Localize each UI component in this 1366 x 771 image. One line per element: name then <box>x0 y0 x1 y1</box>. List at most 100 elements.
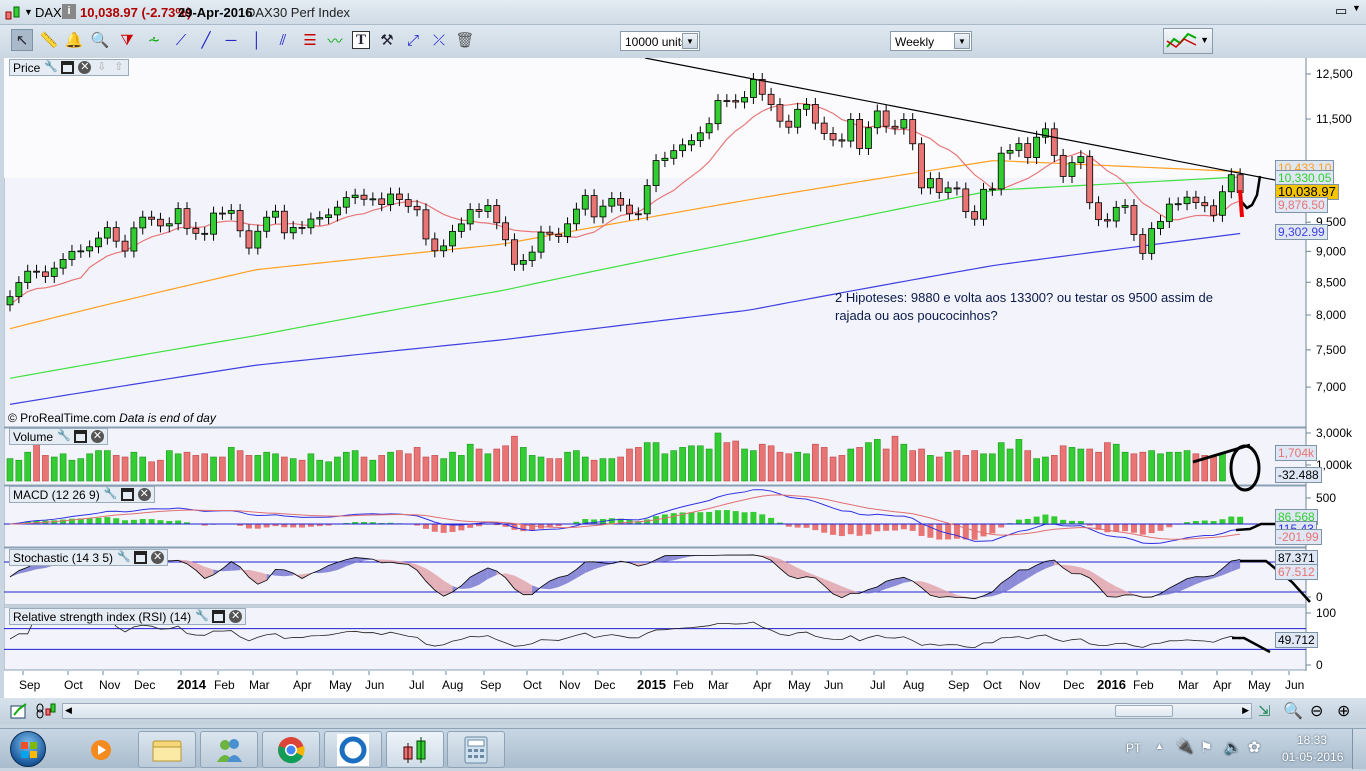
taskbar-calculator[interactable] <box>447 731 505 768</box>
indicators-button[interactable]: ▼ <box>1163 28 1213 54</box>
show-desktop-button[interactable] <box>1352 729 1366 769</box>
line-icon[interactable]: ╱ <box>195 29 217 51</box>
text-icon[interactable]: T <box>352 31 370 49</box>
close-icon[interactable]: ✕ <box>91 430 104 443</box>
macd-histogram-bar <box>981 524 987 536</box>
macd-histogram-bar <box>591 519 597 524</box>
window-icon[interactable] <box>212 610 225 623</box>
volume-bar <box>228 447 234 481</box>
arrow-icon[interactable]: ⤢ <box>402 29 424 51</box>
action-center-flag-icon[interactable]: ⚑ <box>1200 739 1213 756</box>
info-icon[interactable]: i <box>62 4 76 19</box>
volume-bar <box>927 455 933 481</box>
taskbar-chrome[interactable] <box>262 731 320 768</box>
indicator-axis-label: 500 <box>1316 491 1336 505</box>
candle-body <box>972 212 978 220</box>
zoom-out-icon[interactable]: ⊖ <box>1310 701 1323 721</box>
settings-tools-icon[interactable]: ⚒ <box>376 29 398 51</box>
volume-bar <box>25 452 31 481</box>
taskbar-prorealtime[interactable] <box>386 731 444 768</box>
candlestick-icon[interactable] <box>4 4 22 22</box>
volume-icon[interactable]: 🔈 <box>1224 739 1241 756</box>
scrollbar-thumb[interactable] <box>1115 705 1173 717</box>
trash-icon[interactable]: 🗑 <box>454 29 476 51</box>
clock-time[interactable]: 18:33 <box>1297 733 1327 747</box>
volume-bar <box>60 454 66 481</box>
sync-status-icon[interactable]: ✿ <box>1248 738 1261 756</box>
close-icon[interactable]: ✕ <box>151 551 164 564</box>
units-select[interactable]: 10000 units▼ <box>620 31 700 51</box>
triangle-pattern-icon[interactable]: ⧩ <box>116 29 138 51</box>
scroll-left-icon[interactable]: ◀ <box>65 705 72 716</box>
wrench-icon[interactable]: 🔧 <box>104 488 117 501</box>
taskbar-messenger[interactable] <box>200 731 258 768</box>
link-candles-icon[interactable] <box>35 701 57 721</box>
close-icon[interactable]: ✕ <box>229 610 242 623</box>
macd-histogram-bar <box>998 524 1004 527</box>
crossing-line-icon[interactable]: ⤫ <box>428 29 450 51</box>
taskbar-app-circle[interactable] <box>324 731 382 768</box>
volume-bar <box>113 455 119 481</box>
clock-date[interactable]: 01-05-2016 <box>1282 750 1343 764</box>
ruler-icon[interactable]: 📏 <box>38 29 60 51</box>
scroll-right-icon[interactable]: ▶ <box>1242 705 1249 716</box>
volume-bar <box>529 455 535 481</box>
candle-body <box>1202 203 1208 206</box>
vertical-line-icon[interactable]: │ <box>246 29 268 51</box>
trend-line-icon[interactable]: 〰 <box>324 29 346 51</box>
wrench-icon[interactable]: 🔧 <box>57 430 70 443</box>
taskbar-media-player[interactable] <box>82 734 120 766</box>
zoom-icon[interactable]: 🔍 <box>89 29 111 51</box>
candle-body <box>131 228 137 251</box>
horizontal-line-icon[interactable]: ─ <box>220 29 242 51</box>
symbol-label[interactable]: DAX <box>35 5 62 20</box>
wrench-icon[interactable]: 🔧 <box>117 551 130 564</box>
wrench-icon[interactable]: 🔧 <box>195 610 208 623</box>
export-chart-icon[interactable] <box>10 701 30 721</box>
volume-bar <box>467 444 473 481</box>
macd-histogram-bar <box>1140 524 1146 535</box>
pointer-icon[interactable]: ↖ <box>11 29 33 51</box>
macd-histogram-bar <box>1228 517 1234 524</box>
segment-icon[interactable]: ⟋ <box>170 29 192 51</box>
power-plug-icon[interactable]: 🔌 <box>1176 738 1193 755</box>
taskbar-explorer[interactable] <box>138 731 196 768</box>
close-icon[interactable]: ✕ <box>78 61 91 74</box>
chart-canvas[interactable]: 12,50011,5009,5009,0008,5008,0007,5007,0… <box>4 58 1366 698</box>
minimize-button[interactable]: ▭ <box>1335 3 1347 19</box>
macd-histogram-bar <box>1202 520 1208 524</box>
zoom-range-icon[interactable]: 🔍 <box>1283 701 1303 721</box>
symbol-dropdown-icon[interactable]: ▼ <box>24 7 33 17</box>
window-icon[interactable] <box>134 551 147 564</box>
parallel-lines-icon[interactable]: ⫽ <box>272 29 294 51</box>
start-button[interactable] <box>10 731 46 767</box>
window-icon[interactable] <box>74 430 87 443</box>
fibonacci-icon[interactable]: ☰ <box>299 29 321 51</box>
candle-body <box>821 123 827 133</box>
volume-bar <box>1166 452 1172 481</box>
zoom-in-icon[interactable]: ⊕ <box>1337 701 1350 721</box>
window-icon[interactable] <box>121 488 134 501</box>
rsi-panel-label: Relative strength index (RSI) (14) <box>13 610 191 624</box>
volume-bar <box>821 447 827 481</box>
close-icon[interactable]: ✕ <box>138 488 151 501</box>
chart-area[interactable]: 12,50011,5009,5009,0008,5008,0007,5007,0… <box>4 58 1366 698</box>
candle-body <box>1193 197 1199 202</box>
show-hidden-icons-icon[interactable]: ▲ <box>1155 741 1164 751</box>
move-down-icon[interactable]: ⇩ <box>95 61 108 74</box>
language-indicator[interactable]: PT <box>1126 741 1141 755</box>
channel-icon[interactable]: ⩪ <box>143 29 165 51</box>
wrench-icon[interactable]: 🔧 <box>44 61 57 74</box>
period-select[interactable]: Weekly▼ <box>890 31 972 51</box>
alarm-bell-icon[interactable]: 🔔 <box>63 29 85 51</box>
zoom-fit-icon[interactable]: ⇲ <box>1258 702 1271 720</box>
move-up-icon[interactable]: ⇧ <box>112 61 125 74</box>
horizontal-scrollbar[interactable]: ◀ ▶ <box>62 703 1252 719</box>
volume-bar <box>1140 452 1146 481</box>
window-menu-icon[interactable]: ▼ <box>1352 3 1361 13</box>
volume-bar <box>1104 443 1110 481</box>
volume-bar <box>1016 439 1022 481</box>
x-axis-label: Oct <box>523 678 542 692</box>
x-axis-label: Dec <box>134 678 155 692</box>
window-icon[interactable] <box>61 61 74 74</box>
